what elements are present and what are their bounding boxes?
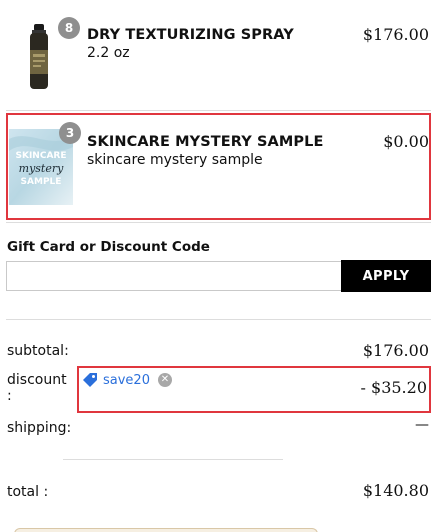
discount-label: discount: [7, 372, 67, 388]
subtotal-value: $176.00: [362, 341, 429, 360]
apply-button[interactable]: APPLY: [341, 260, 431, 292]
discount-code-label: Gift Card or Discount Code: [7, 239, 210, 255]
cart-line-item: 8 DRY TEXTURIZING SPRAY 2.2 oz $176.00: [0, 0, 435, 110]
quantity-badge: 8: [58, 17, 80, 39]
highlight-box: [6, 113, 431, 220]
discount-code-input[interactable]: [6, 261, 342, 291]
spray-can-product-image: [24, 22, 54, 92]
discount-label-colon: :: [7, 388, 12, 404]
total-label: total :: [7, 484, 49, 500]
highlight-box: [77, 366, 431, 413]
subtotal-label: subtotal:: [7, 343, 69, 359]
shipping-label: shipping:: [7, 420, 72, 436]
total-value: $140.80: [362, 481, 429, 500]
divider: [6, 222, 431, 223]
shipping-value: —: [415, 417, 429, 433]
divider: [63, 459, 283, 460]
product-name[interactable]: DRY TEXTURIZING SPRAY: [87, 27, 294, 43]
checkout-button-edge[interactable]: [14, 528, 318, 532]
product-price: $176.00: [362, 25, 429, 44]
divider: [6, 319, 431, 320]
product-variant: 2.2 oz: [87, 45, 130, 61]
